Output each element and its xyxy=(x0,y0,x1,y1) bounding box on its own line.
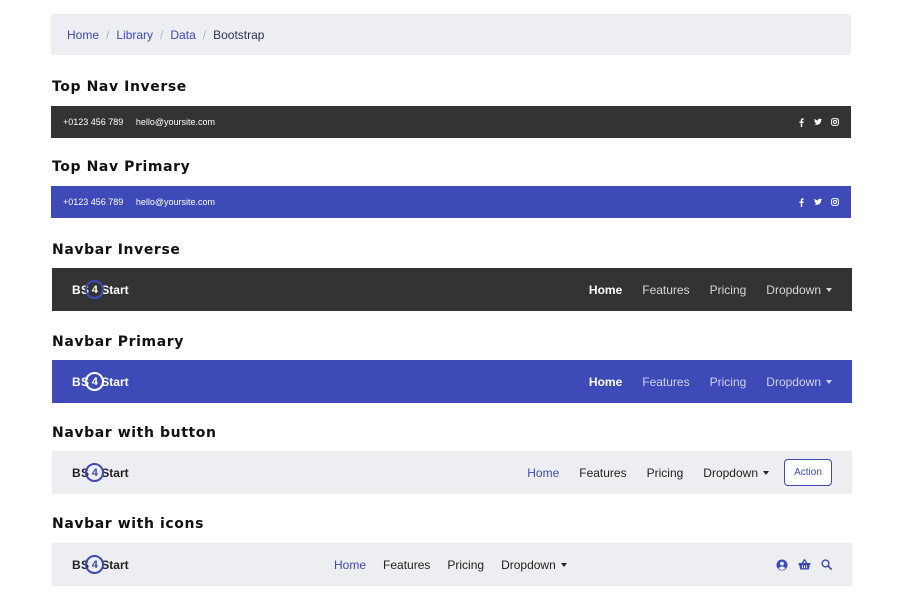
facebook-icon[interactable] xyxy=(797,197,805,207)
nav-dropdown-label: Dropdown xyxy=(703,465,758,480)
nav-dropdown[interactable]: Dropdown xyxy=(703,466,769,480)
nav-home[interactable]: Home xyxy=(589,375,622,389)
navbar-primary: BS 4 Start Home Features Pricing Dropdown xyxy=(52,360,852,403)
section-title-top-nav-inverse: Top Nav Inverse xyxy=(52,79,187,95)
nav-home[interactable]: Home xyxy=(527,466,559,480)
nav-features[interactable]: Features xyxy=(642,375,689,389)
breadcrumb-data[interactable]: Data xyxy=(170,28,195,42)
nav-menu: Home Features Pricing Dropdown xyxy=(589,375,832,389)
navbar-inverse: BS 4 Start Home Features Pricing Dropdown xyxy=(52,268,852,311)
top-nav-primary: +0123 456 789 hello@yoursite.com xyxy=(51,186,851,218)
nav-pricing[interactable]: Pricing xyxy=(710,283,747,297)
breadcrumb: Home / Library / Data / Bootstrap xyxy=(51,14,851,55)
basket-icon[interactable] xyxy=(798,559,811,570)
brand-logo[interactable]: BS 4 Start xyxy=(72,280,129,299)
nav-home[interactable]: Home xyxy=(334,558,366,572)
nav-pricing[interactable]: Pricing xyxy=(447,558,484,572)
nav-dropdown-label: Dropdown xyxy=(766,282,821,297)
brand-text-right: Start xyxy=(101,374,129,389)
section-title-top-nav-primary: Top Nav Primary xyxy=(52,159,191,175)
breadcrumb-separator: / xyxy=(106,27,110,42)
nav-pricing[interactable]: Pricing xyxy=(647,466,684,480)
search-icon[interactable] xyxy=(821,559,832,570)
facebook-icon[interactable] xyxy=(797,117,805,127)
contact-info: +0123 456 789 hello@yoursite.com xyxy=(63,117,225,127)
instagram-icon[interactable] xyxy=(831,198,839,207)
phone-link[interactable]: +0123 456 789 xyxy=(63,197,123,207)
nav-menu: Home Features Pricing Dropdown xyxy=(334,558,584,572)
social-links xyxy=(797,197,839,207)
navbar-with-icons: BS 4 Start Home Features Pricing Dropdown xyxy=(52,543,852,586)
section-title-navbar-button: Navbar with button xyxy=(52,425,217,441)
nav-features[interactable]: Features xyxy=(642,283,689,297)
instagram-icon[interactable] xyxy=(831,118,839,127)
brand-text-right: Start xyxy=(101,282,129,297)
section-title-navbar-primary: Navbar Primary xyxy=(52,334,184,350)
caret-down-icon xyxy=(763,470,769,475)
nav-dropdown-label: Dropdown xyxy=(766,374,821,389)
brand-logo[interactable]: BS 4 Start xyxy=(72,372,129,391)
breadcrumb-current: Bootstrap xyxy=(213,27,265,42)
brand-text-right: Start xyxy=(101,557,129,572)
nav-dropdown-label: Dropdown xyxy=(501,557,556,572)
nav-pricing[interactable]: Pricing xyxy=(710,375,747,389)
nav-home[interactable]: Home xyxy=(589,283,622,297)
brand-logo[interactable]: BS 4 Start xyxy=(72,555,129,574)
twitter-icon[interactable] xyxy=(814,198,822,207)
action-button[interactable]: Action xyxy=(784,459,832,486)
twitter-icon[interactable] xyxy=(814,118,822,127)
caret-down-icon xyxy=(826,287,832,292)
social-links xyxy=(797,117,839,127)
caret-down-icon xyxy=(826,379,832,384)
email-link[interactable]: hello@yoursite.com xyxy=(136,197,215,207)
navbar-with-button: BS 4 Start Home Features Pricing Dropdown … xyxy=(52,451,852,494)
nav-icon-group xyxy=(776,559,832,571)
top-nav-inverse: +0123 456 789 hello@yoursite.com xyxy=(51,106,851,138)
breadcrumb-separator: / xyxy=(160,27,164,42)
breadcrumb-separator: / xyxy=(202,27,207,42)
caret-down-icon xyxy=(560,562,567,567)
section-title-navbar-icons: Navbar with icons xyxy=(52,516,205,532)
nav-features[interactable]: Features xyxy=(383,558,430,572)
section-title-navbar-inverse: Navbar Inverse xyxy=(52,242,181,258)
phone-link[interactable]: +0123 456 789 xyxy=(63,117,123,127)
email-link[interactable]: hello@yoursite.com xyxy=(136,117,215,127)
brand-text-right: Start xyxy=(101,465,129,480)
brand-logo[interactable]: BS 4 Start xyxy=(72,463,129,482)
nav-features[interactable]: Features xyxy=(579,466,626,480)
nav-menu: Home Features Pricing Dropdown Action xyxy=(527,459,832,486)
user-icon[interactable] xyxy=(776,559,788,571)
nav-dropdown[interactable]: Dropdown xyxy=(766,375,832,389)
contact-info: +0123 456 789 hello@yoursite.com xyxy=(63,197,225,207)
breadcrumb-library[interactable]: Library xyxy=(116,28,153,42)
breadcrumb-home[interactable]: Home xyxy=(67,28,99,42)
nav-dropdown[interactable]: Dropdown xyxy=(501,558,567,572)
nav-dropdown[interactable]: Dropdown xyxy=(766,283,832,297)
nav-menu: Home Features Pricing Dropdown xyxy=(589,283,832,297)
